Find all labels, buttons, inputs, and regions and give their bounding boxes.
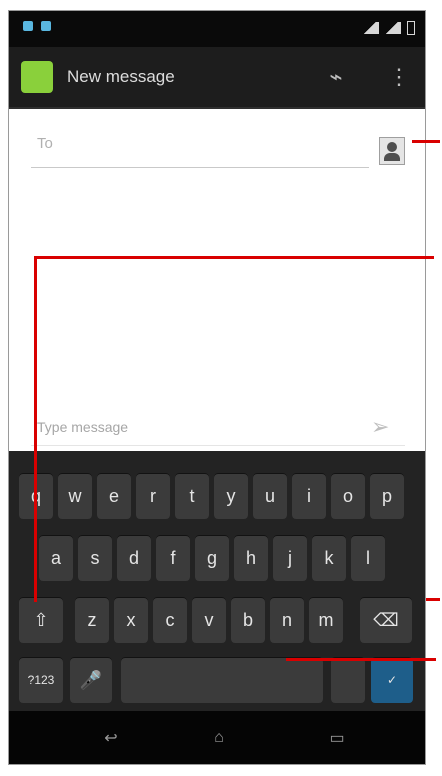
key-p[interactable]: p: [370, 473, 404, 519]
home-button[interactable]: ⌂: [195, 726, 243, 750]
key-k[interactable]: k: [312, 535, 346, 581]
mic-key[interactable]: 🎤: [70, 657, 112, 703]
shift-icon: ⇧: [33, 609, 49, 630]
compose-area: To Type message ➢: [9, 109, 425, 451]
notification-icon: [23, 21, 33, 31]
notification-icon: [41, 21, 51, 31]
send-button[interactable]: ➢: [371, 414, 399, 439]
message-field[interactable]: Type message: [37, 419, 128, 435]
key-d[interactable]: d: [117, 535, 151, 581]
phone-screen: New message ⌁ ⋮ To Type message ➢ q w e …: [8, 10, 426, 765]
signal-icon: [363, 22, 379, 34]
message-compose-row: Type message ➢: [31, 409, 405, 446]
shift-key[interactable]: ⇧: [19, 597, 63, 643]
key-c[interactable]: c: [153, 597, 187, 643]
soft-keyboard: q w e r t y u i o p a s d f g h j k l ⇧ …: [9, 451, 425, 711]
key-z[interactable]: z: [75, 597, 109, 643]
paperclip-icon: ⌁: [329, 64, 343, 89]
back-icon: ↩: [104, 730, 118, 747]
contact-icon: [387, 142, 397, 152]
space-key[interactable]: [121, 657, 323, 703]
key-l[interactable]: l: [351, 535, 385, 581]
recent-apps-button[interactable]: ▭: [313, 726, 361, 750]
system-nav-bar: ↩ ⌂ ▭: [9, 711, 425, 764]
key-t[interactable]: t: [175, 473, 209, 519]
backspace-icon: ⌫: [373, 609, 399, 630]
add-contact-button[interactable]: [379, 137, 405, 165]
callout-line-contact: [412, 140, 440, 143]
overflow-menu-button[interactable]: ⋮: [387, 61, 411, 93]
key-m[interactable]: m: [309, 597, 343, 643]
backspace-key[interactable]: ⌫: [360, 597, 412, 643]
key-v[interactable]: v: [192, 597, 226, 643]
page-title: New message: [67, 67, 175, 86]
key-r[interactable]: r: [136, 473, 170, 519]
key-a[interactable]: a: [39, 535, 73, 581]
key-i[interactable]: i: [292, 473, 326, 519]
key-w[interactable]: w: [58, 473, 92, 519]
action-bar: New message ⌁ ⋮: [9, 47, 425, 109]
key-s[interactable]: s: [78, 535, 112, 581]
callout-line-backspace: [426, 598, 440, 601]
overflow-menu-icon: ⋮: [388, 64, 410, 89]
key-n[interactable]: n: [270, 597, 304, 643]
recent-apps-icon: ▭: [329, 730, 345, 747]
key-u[interactable]: u: [253, 473, 287, 519]
to-field[interactable]: To: [31, 135, 369, 168]
key-j[interactable]: j: [273, 535, 307, 581]
key-g[interactable]: g: [195, 535, 229, 581]
home-icon: ⌂: [214, 729, 224, 746]
to-placeholder: To: [37, 135, 53, 152]
callout-line-compose-horizontal: [34, 256, 434, 259]
key-e[interactable]: e: [97, 473, 131, 519]
back-button[interactable]: ↩: [87, 726, 135, 750]
enter-key[interactable]: ✓: [371, 657, 413, 703]
key-o[interactable]: o: [331, 473, 365, 519]
done-icon: ✓: [386, 673, 398, 687]
callout-line-space: [286, 658, 436, 661]
callout-line-compose-vertical: [34, 256, 37, 602]
attach-button[interactable]: ⌁: [319, 61, 353, 93]
status-bar: [9, 11, 425, 47]
messaging-app-icon[interactable]: [21, 61, 53, 93]
symbols-key[interactable]: ?123: [19, 657, 63, 703]
send-icon: ➢: [371, 414, 390, 439]
key-h[interactable]: h: [234, 535, 268, 581]
wifi-icon: [385, 22, 401, 34]
key-b[interactable]: b: [231, 597, 265, 643]
key-y[interactable]: y: [214, 473, 248, 519]
key-f[interactable]: f: [156, 535, 190, 581]
period-key[interactable]: [331, 657, 365, 703]
key-x[interactable]: x: [114, 597, 148, 643]
microphone-icon: 🎤: [79, 669, 103, 690]
battery-icon: [407, 21, 415, 35]
